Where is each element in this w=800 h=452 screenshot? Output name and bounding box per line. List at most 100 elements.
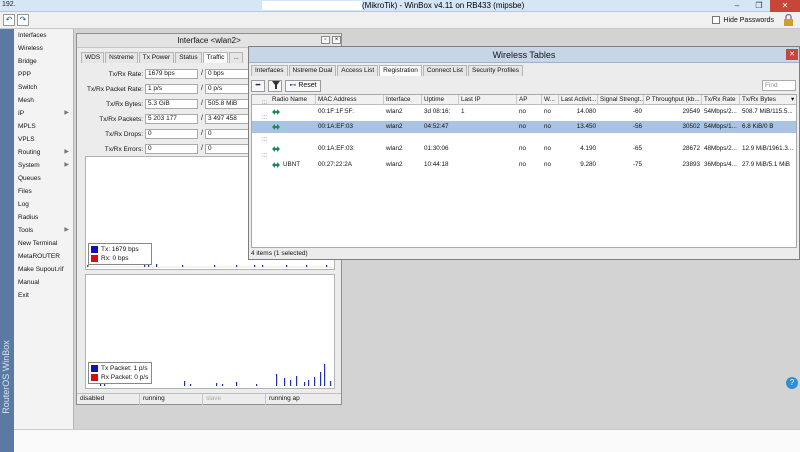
stat-tx-value: 1679 bps: [145, 69, 198, 79]
sidebar-item-bridge[interactable]: Bridge: [14, 55, 73, 68]
column-header-last-ip[interactable]: Last IP: [459, 95, 517, 105]
column-header-throughput[interactable]: P Throughput (kb...: [644, 95, 702, 105]
graph-bar: [304, 382, 306, 386]
sidebar-item-queues[interactable]: Queues: [14, 172, 73, 185]
hide-passwords-checkbox[interactable]: [712, 16, 721, 24]
graph-bar: [148, 265, 150, 267]
tab-security-profiles[interactable]: Security Profiles: [467, 65, 523, 76]
graph-bar: [222, 384, 224, 386]
close-icon[interactable]: ×: [332, 36, 341, 44]
cell-ap: no: [519, 161, 527, 168]
sidebar-item-ip[interactable]: IP ▶: [14, 107, 73, 120]
tab-nstreme-dual[interactable]: Nstreme Dual: [288, 65, 337, 76]
rx-packet-legend: Rx Packet: 0 p/s: [101, 374, 149, 381]
close-icon[interactable]: ✕: [786, 49, 798, 60]
sidebar-item-exit[interactable]: Exit: [14, 289, 73, 302]
sidebar-item-label: Make Supout.rif: [18, 266, 64, 273]
sidebar-item-vpls[interactable]: VPLS: [14, 133, 73, 146]
cell-last-act: 9.280: [580, 161, 596, 168]
column-header-signal[interactable]: Signal Strengt...: [598, 95, 644, 105]
sidebar-item-tools[interactable]: Tools ▶: [14, 224, 73, 237]
tab-registration[interactable]: Registration: [379, 65, 422, 76]
sidebar-item-routing[interactable]: Routing ▶: [14, 146, 73, 159]
sidebar-item-manual[interactable]: Manual: [14, 276, 73, 289]
sidebar-item-switch[interactable]: Switch: [14, 81, 73, 94]
tab-nstreme[interactable]: Nstreme: [105, 52, 138, 63]
sidebar-item-interfaces[interactable]: Interfaces: [14, 29, 73, 42]
tab-traffic[interactable]: Traffic: [202, 52, 229, 63]
row-comment-marker: :::: [262, 100, 268, 106]
cell-mac: 00:1A:EF:03: [318, 123, 354, 130]
sidebar-item-label: Files: [18, 188, 32, 195]
sidebar-item-log[interactable]: Log: [14, 198, 73, 211]
stat-label: Tx/Rx Packets:: [99, 116, 143, 123]
sidebar-item-mesh[interactable]: Mesh: [14, 94, 73, 107]
column-header-w[interactable]: W...: [542, 95, 559, 105]
graph-bar: [284, 378, 286, 386]
cell-radio-name: [281, 106, 316, 118]
minimize-icon[interactable]: ▫: [321, 36, 330, 44]
column-header-iface[interactable]: Interface: [384, 95, 422, 105]
graph-bar: [286, 265, 288, 267]
graph-bar: [214, 265, 216, 267]
tx-packet-swatch: [91, 365, 98, 372]
sidebar-item-radius[interactable]: Radius: [14, 211, 73, 224]
reset-button[interactable]: ⊷ Reset: [285, 79, 321, 92]
wireless-client-icon: [272, 146, 280, 152]
sidebar-item-system[interactable]: System ▶: [14, 159, 73, 172]
sidebar-item-ppp[interactable]: PPP: [14, 68, 73, 81]
tab-more[interactable]: ...: [229, 52, 243, 63]
column-header-rate[interactable]: Tx/Rx Rate: [702, 95, 740, 105]
column-header-ap[interactable]: AP: [517, 95, 542, 105]
hide-passwords-toggle[interactable]: Hide Passwords: [712, 16, 774, 24]
sidebar-item-label: Wireless: [18, 45, 43, 52]
remove-icon[interactable]: ━: [251, 79, 265, 92]
table-row[interactable]: ::: 00:1A:EF:03 wlan2 04:52:47 no no 13.450 -56…: [252, 115, 796, 133]
cell-ap: no: [519, 108, 527, 115]
column-header-mac[interactable]: MAC Address: [316, 95, 384, 105]
column-header-radio-name[interactable]: Radio Name: [270, 95, 316, 105]
wireless-tables-window: Wireless Tables ✕ Interfaces Nstreme Dual…: [248, 46, 800, 260]
tab-access-list[interactable]: Access List: [337, 65, 379, 76]
column-header-uptime[interactable]: Uptime: [422, 95, 459, 105]
close-button[interactable]: ✕: [770, 0, 800, 12]
undo-icon[interactable]: ↶: [3, 14, 15, 26]
sidebar-item-mpls[interactable]: MPLS: [14, 120, 73, 133]
stat-label: Tx/Rx Packet Rate:: [87, 86, 143, 93]
sidebar-item-metarouter[interactable]: MetaROUTER: [14, 250, 73, 263]
table-row[interactable]: ::: 00:1F:1F:5F: wlan2 3d 08:16: 1 no no 14.080…: [252, 100, 796, 118]
restore-button[interactable]: ❐: [748, 0, 770, 12]
cell-signal: -75: [632, 161, 642, 168]
filter-icon[interactable]: [268, 79, 282, 92]
sidebar-item-label: Tools: [18, 227, 34, 234]
sidebar-item-make-supout-rif[interactable]: Make Supout.rif: [14, 263, 73, 276]
tab-tx-power[interactable]: Tx Power: [138, 52, 175, 63]
tab-connect-list[interactable]: Connect List: [422, 65, 467, 76]
cell-ap: no: [519, 123, 527, 130]
wireless-client-icon: [272, 124, 280, 130]
table-row[interactable]: ::: 00:1A:EF:03: wlan2 01:30:06 no no 4.190 -65…: [252, 137, 796, 155]
minimize-button[interactable]: –: [726, 0, 748, 12]
sidebar-item-label: Queues: [18, 175, 41, 182]
status-slave: slave: [203, 394, 266, 405]
tab-wds[interactable]: WDS: [81, 52, 105, 63]
tab-status[interactable]: Status: [175, 52, 202, 63]
graph-bar: [306, 265, 308, 267]
sidebar-item-new-terminal[interactable]: New Terminal: [14, 237, 73, 250]
sidebar-item-wireless[interactable]: Wireless: [14, 42, 73, 55]
reset-icon: ⊷: [289, 81, 297, 89]
redo-icon[interactable]: ↷: [17, 14, 29, 26]
sidebar-item-label: New Terminal: [18, 240, 58, 247]
column-menu-icon[interactable]: ▾: [789, 95, 796, 105]
help-icon[interactable]: ?: [786, 377, 798, 389]
stat-separator: /: [201, 100, 203, 107]
column-header-last-act[interactable]: Last Activit...: [559, 95, 598, 105]
cell-last-ip: [459, 143, 517, 155]
find-input[interactable]: Find: [762, 80, 796, 91]
stat-separator: /: [201, 115, 203, 122]
status-disabled: disabled: [77, 394, 140, 405]
tab-interfaces[interactable]: Interfaces: [251, 65, 288, 76]
cell-throughput: 23893: [682, 161, 700, 168]
sidebar-item-files[interactable]: Files: [14, 185, 73, 198]
table-row[interactable]: ::: UBNT 00:27:22:2A wlan2 10:44:18 no no 9.280…: [252, 153, 796, 171]
